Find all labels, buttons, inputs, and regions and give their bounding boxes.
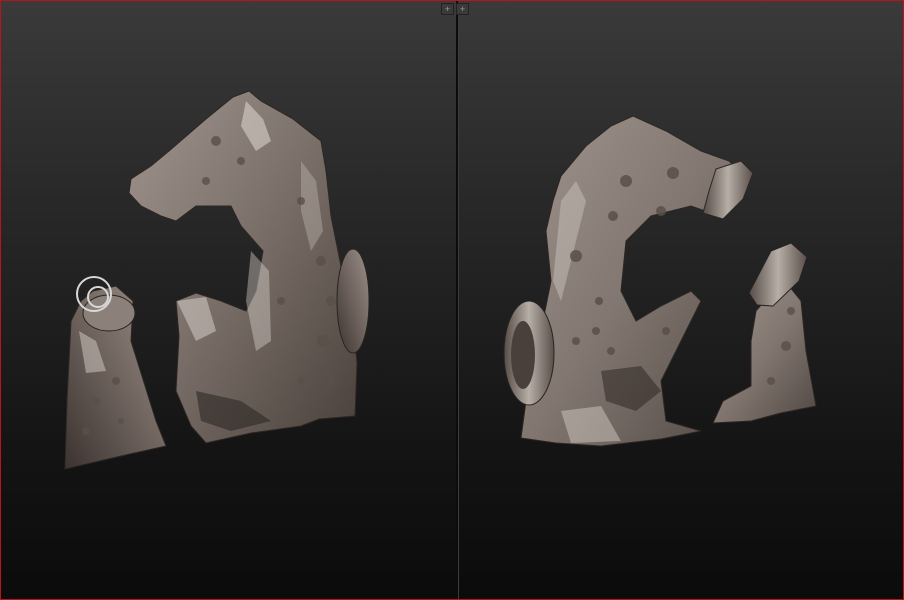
horse-model-left[interactable] [1, 1, 456, 599]
horse-model-right[interactable] [458, 1, 903, 599]
app-window: + + [0, 0, 904, 600]
viewport-left[interactable] [1, 1, 456, 599]
expand-left-icon[interactable]: + [441, 3, 454, 15]
viewport-right[interactable] [458, 1, 903, 599]
